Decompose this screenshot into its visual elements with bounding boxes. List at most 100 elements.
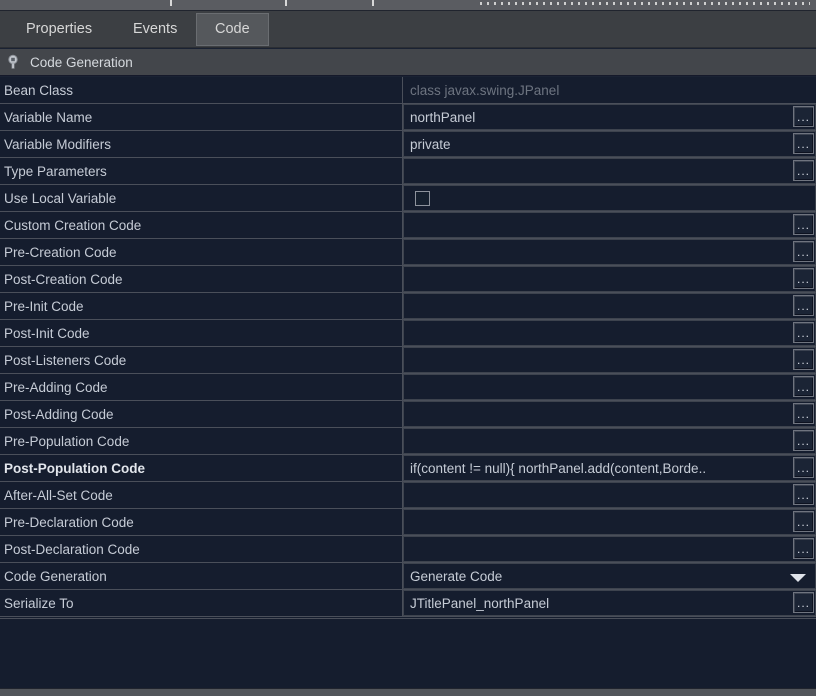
bulb-icon: [5, 54, 21, 70]
ellipsis-button[interactable]: ...: [793, 322, 814, 343]
ellipsis-button[interactable]: ...: [793, 214, 814, 235]
section-title: Code Generation: [30, 54, 133, 70]
property-name: Variable Modifiers: [0, 131, 403, 157]
ellipsis-button[interactable]: ...: [793, 268, 814, 289]
property-row: Pre-Adding Code...: [0, 374, 816, 401]
toolbar-strip-partial: [0, 0, 816, 11]
property-name: Pre-Adding Code: [0, 374, 403, 400]
property-name: Post-Population Code: [0, 455, 403, 481]
ellipsis-button[interactable]: ...: [793, 295, 814, 316]
property-value-cell[interactable]: if(content != null){ northPanel.add(cont…: [403, 455, 816, 481]
property-row: Variable Modifiers private...: [0, 131, 816, 158]
property-value-cell[interactable]: ...: [403, 293, 816, 319]
property-row: Variable Name northPanel...: [0, 104, 816, 131]
bottom-status-strip: [0, 688, 816, 696]
ellipsis-button[interactable]: ...: [793, 349, 814, 370]
property-row: Pre-Creation Code...: [0, 239, 816, 266]
property-name: Code Generation: [0, 563, 403, 589]
property-value-text: if(content != null){ northPanel.add(cont…: [410, 460, 707, 476]
property-value-cell[interactable]: Generate Code: [403, 563, 816, 589]
property-name: Pre-Init Code: [0, 293, 403, 319]
property-name: Serialize To: [0, 590, 403, 616]
property-name: Pre-Declaration Code: [0, 509, 403, 535]
ellipsis-button[interactable]: ...: [793, 133, 814, 154]
ellipsis-button[interactable]: ...: [793, 376, 814, 397]
property-name: Type Parameters: [0, 158, 403, 184]
property-value-cell[interactable]: ...: [403, 509, 816, 535]
property-row: Use Local Variable: [0, 185, 816, 212]
property-value-cell[interactable]: ...: [403, 158, 816, 184]
property-sheet: Bean Class class javax.swing.JPanel Variab…: [0, 77, 816, 618]
property-name: Post-Init Code: [0, 320, 403, 346]
tab-events[interactable]: Events: [115, 13, 195, 46]
property-value-cell[interactable]: ...: [403, 401, 816, 427]
property-value-cell[interactable]: ...: [403, 374, 816, 400]
property-value-text: JTitlePanel_northPanel: [410, 595, 550, 611]
property-row: Post-Creation Code...: [0, 266, 816, 293]
ellipsis-button[interactable]: ...: [793, 538, 814, 559]
ellipsis-button[interactable]: ...: [793, 511, 814, 532]
property-name: Pre-Population Code: [0, 428, 403, 454]
property-value-cell[interactable]: ...: [403, 266, 816, 292]
property-value-cell[interactable]: [403, 185, 816, 211]
tab-code[interactable]: Code: [196, 13, 269, 46]
property-name: Pre-Creation Code: [0, 239, 403, 265]
property-value-text: class javax.swing.JPanel: [410, 82, 560, 98]
property-row: Pre-Population Code...: [0, 428, 816, 455]
property-row: After-All-Set Code...: [0, 482, 816, 509]
property-name: Bean Class: [0, 77, 403, 103]
property-row: Pre-Init Code...: [0, 293, 816, 320]
property-row: Custom Creation Code...: [0, 212, 816, 239]
tab-properties[interactable]: Properties: [8, 13, 110, 46]
property-row: Pre-Declaration Code...: [0, 509, 816, 536]
property-row: Type Parameters...: [0, 158, 816, 185]
property-row: Post-Init Code...: [0, 320, 816, 347]
property-name: Use Local Variable: [0, 185, 403, 211]
property-row: Post-Declaration Code...: [0, 536, 816, 563]
property-value-text: private: [410, 136, 451, 152]
property-row: Serialize To JTitlePanel_northPanel...: [0, 590, 816, 617]
ellipsis-button[interactable]: ...: [793, 430, 814, 451]
property-value-cell[interactable]: ...: [403, 239, 816, 265]
section-header-code-generation: Code Generation: [0, 49, 816, 76]
property-row: Code Generation Generate Code: [0, 563, 816, 590]
ellipsis-button[interactable]: ...: [793, 106, 814, 127]
property-value-cell[interactable]: ...: [403, 536, 816, 562]
property-name: After-All-Set Code: [0, 482, 403, 508]
property-value-cell[interactable]: northPanel...: [403, 104, 816, 130]
ellipsis-button[interactable]: ...: [793, 484, 814, 505]
property-name: Variable Name: [0, 104, 403, 130]
chevron-down-icon[interactable]: [790, 574, 806, 582]
toolbar-tick-2: [372, 0, 374, 6]
property-name: Post-Listeners Code: [0, 347, 403, 373]
tab-bar: Properties Events Code: [0, 11, 816, 48]
property-value-cell[interactable]: ...: [403, 320, 816, 346]
ellipsis-button[interactable]: ...: [793, 592, 814, 613]
property-value-cell[interactable]: ...: [403, 482, 816, 508]
property-name: Post-Declaration Code: [0, 536, 403, 562]
toolbar-tick-0: [170, 0, 172, 6]
property-name: Post-Creation Code: [0, 266, 403, 292]
property-value-text: northPanel: [410, 109, 476, 125]
property-row: Post-Adding Code...: [0, 401, 816, 428]
property-name: Post-Adding Code: [0, 401, 403, 427]
property-row: Post-Listeners Code...: [0, 347, 816, 374]
property-name: Custom Creation Code: [0, 212, 403, 238]
property-row: Post-Population Code if(content != null){…: [0, 455, 816, 482]
property-value-text: Generate Code: [410, 568, 503, 584]
ellipsis-button[interactable]: ...: [793, 160, 814, 181]
toolbar-dotted-separator: [480, 2, 810, 5]
property-row: Bean Class class javax.swing.JPanel: [0, 77, 816, 104]
property-value-cell[interactable]: ...: [403, 347, 816, 373]
property-value-cell: class javax.swing.JPanel: [403, 77, 816, 103]
ellipsis-button[interactable]: ...: [793, 457, 814, 478]
ellipsis-button[interactable]: ...: [793, 241, 814, 262]
property-sheet-empty-area: [0, 618, 816, 688]
property-value-cell[interactable]: private...: [403, 131, 816, 157]
checkbox-use-local-variable[interactable]: [415, 190, 430, 206]
toolbar-tick-1: [285, 0, 287, 6]
property-value-cell[interactable]: ...: [403, 212, 816, 238]
ellipsis-button[interactable]: ...: [793, 403, 814, 424]
property-value-cell[interactable]: JTitlePanel_northPanel...: [403, 590, 816, 616]
property-value-cell[interactable]: ...: [403, 428, 816, 454]
